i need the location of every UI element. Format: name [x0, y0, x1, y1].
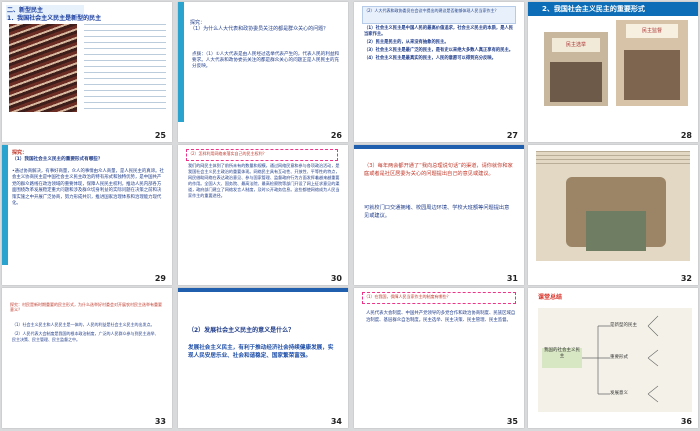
slide-number: 33 [154, 417, 166, 426]
answer-list: （1）社会主义民主和人民民主是一体的，人民的利益是社会主义民主的出发点。 （2）… [12, 322, 162, 343]
slide-number: 27 [506, 131, 518, 140]
mindmap-panel: 我国的社会主义民主 是新型的民主 重要形式 发展意义 [538, 308, 692, 412]
slide-number: 35 [506, 417, 518, 426]
slide-thumbnail-28[interactable]: 2、我国社会主义民主的重要形式 民主选举 民主监督 28 [528, 2, 698, 142]
slide-sorter-grid: 二、新型民主 1．我国社会主义民主是新型的民主 25 探究： （1）为什么人大代… [2, 2, 698, 429]
slide-number: 30 [330, 274, 342, 283]
slide-thumbnail-25[interactable]: 二、新型民主 1．我国社会主义民主是新型的民主 25 [2, 2, 172, 142]
mindmap-branch: 是新型的民主 [610, 323, 637, 328]
question-text: 探究：村民是新时期重要的民主形式，为什么选举好村委会对开展农村民主选举有重要意义… [10, 302, 162, 313]
answer-text: 发展社会主义民主，有利于推动经济社会持续健康发展，实现人民安居乐业、社会和谐稳定… [188, 345, 334, 359]
accent-bar [178, 288, 348, 292]
mindmap-branch: 重要形式 [610, 355, 628, 360]
illustration-photo [536, 151, 690, 261]
accent-bar [178, 2, 184, 122]
answer-text: 点拨：（1）①人大代表是由人民经过选举代表产生的，代表人民的利益和要求。人大代表… [192, 52, 340, 69]
poster-text: 民主监督 [626, 24, 678, 38]
election-photo: 民主选举 [544, 32, 608, 106]
question-box: （1）我国社会主义民主的重要形式有哪些？ [12, 157, 162, 167]
poster-text: 民主选举 [552, 38, 600, 52]
slide-number: 36 [680, 417, 692, 426]
slide-number: 31 [506, 274, 518, 283]
question-box: （3）每年两会都开通了“我向总理说句话”的渠道，请你就你和家庭或者是社区居委为关… [364, 163, 514, 178]
question-text: （2）人大代表和政协委员在会议中提出的建议是否能够体现人民当家作主？ [364, 8, 499, 13]
answer-line: （1）社会主义民主和人民民主是一体的，人民的利益是社会主义民主的出发点。 [12, 322, 155, 327]
slide-number: 26 [330, 131, 342, 140]
answer-line: （3）社会主义民主是最广泛的民主，是有史以来绝大多数人真正享有的民主。 [364, 48, 514, 53]
answer-list: （1）社会主义民主是中国人民的最高价值追求，社会主义民主的本质，是人民当家作主。… [364, 26, 514, 62]
question-text: （3）每年两会都开通了“我向总理说句话”的渠道，请你就你和家庭或者是社区居委为关… [364, 163, 513, 177]
slide-thumbnail-33[interactable]: 探究：村民是新时期重要的民主形式，为什么选举好村委会对开展农村民主选举有重要意义… [2, 288, 172, 428]
slide-number: 25 [154, 131, 166, 140]
slide-thumbnail-36[interactable]: 课堂总结 我国的社会主义民主 是新型的民主 重要形式 发展意义 36 [528, 288, 698, 428]
question-text: （1）为什么人大代表和政协委员关注的都是群众关心的问题？ [190, 26, 329, 32]
accent-bar [354, 145, 524, 149]
slide-thumbnail-26[interactable]: 探究： （1）为什么人大代表和政协委员关注的都是群众关心的问题？ 点拨：（1）①… [178, 2, 348, 142]
answer-line: （2）人民代表大会制度是我国的根本政治制度，广泛的人民群众参与到民主选举、民主决… [12, 331, 159, 342]
congress-photo [9, 24, 77, 112]
question-text: （2）发展社会主义民主的意义是什么？ [188, 327, 295, 334]
slide-title: 课堂总结 [538, 294, 563, 301]
supervision-photo: 民主监督 [616, 20, 688, 106]
accent-bar [2, 145, 8, 265]
question-box: （2）人大代表和政协委员在会议中提出的建议是否能够体现人民当家作主？ [362, 6, 516, 24]
answer-text: 人民代表大会制度、中国共产党领导的多党合作和政治协商制度、民族区域自治制度、基层… [366, 311, 516, 323]
answer-line: （4）社会主义民主是最真实的民主，人民的意愿可以得到充分反映。 [364, 56, 496, 61]
question-text: （2）怎样利用网络来落实自己的民主权利？ [188, 151, 267, 156]
explore-label: 探究： [12, 150, 28, 156]
answer-line: （2）民主是民主的，从来没有抽象的民主。 [364, 40, 449, 45]
question-box: （2）怎样利用网络来落实自己的民主权利？ [186, 149, 338, 161]
slide-thumbnail-27[interactable]: （2）人大代表和政协委员在会议中提出的建议是否能够体现人民当家作主？ （1）社会… [354, 2, 524, 142]
slide-thumbnail-30[interactable]: （2）怎样利用网络来落实自己的民主权利？ 我们的网民主体到了前所未有的数量和规模… [178, 145, 348, 285]
question-text: （1）在我国，保障人民当家作主的制度有哪些？ [364, 294, 451, 299]
question-box: （1）在我国，保障人民当家作主的制度有哪些？ [362, 292, 516, 304]
answer-text: •通过协商解决，有事好商量，众人的事情由众人商量，是人民民主的真谛。社会主义协商… [12, 169, 164, 207]
slide-number: 28 [680, 131, 692, 140]
slide-number: 29 [154, 274, 166, 283]
mindmap-branch: 发展意义 [610, 391, 628, 396]
slide-thumbnail-35[interactable]: （1）在我国，保障人民当家作主的制度有哪些？ 人民代表大会制度、中国共产党领导的… [354, 288, 524, 428]
answer-text: 可就校门口交通拥堵、校园周边环境、学校大班额等问题提出意见或建议。 [364, 205, 510, 219]
slide-number: 32 [680, 274, 692, 283]
slide-title: 2、我国社会主义民主的重要形式 [542, 5, 645, 13]
question-box: 探究： （1）为什么人大代表和政协委员关注的都是群众关心的问题？ [190, 20, 342, 44]
answer-text: 我们的网民主体到了前所未有的数量和规模，通过网络民意和参与各项政治活动，是我国社… [188, 163, 340, 198]
slide-thumbnail-31[interactable]: （3）每年两会都开通了“我向总理说句话”的渠道，请你就你和家庭或者是社区居委为关… [354, 145, 524, 285]
text-lines [84, 24, 166, 114]
question-box: 探究：村民是新时期重要的民主形式，为什么选举好村委会对开展农村民主选举有重要意义… [10, 302, 162, 318]
slide-number: 34 [330, 417, 342, 426]
slide-subheading: 1．我国社会主义民主是新型的民主 [7, 15, 102, 22]
answer-line: （1）社会主义民主是中国人民的最高价值追求，社会主义民主的本质，是人民当家作主。 [364, 26, 514, 37]
question-text: （1）我国社会主义民主的重要形式有哪些？ [12, 157, 103, 162]
slide-thumbnail-29[interactable]: 探究： （1）我国社会主义民主的重要形式有哪些？ •通过协商解决，有事好商量，众… [2, 145, 172, 285]
slide-thumbnail-34[interactable]: （2）发展社会主义民主的意义是什么？ 发展社会主义民主，有利于推动经济社会持续健… [178, 288, 348, 428]
slide-thumbnail-32[interactable]: 32 [528, 145, 698, 285]
